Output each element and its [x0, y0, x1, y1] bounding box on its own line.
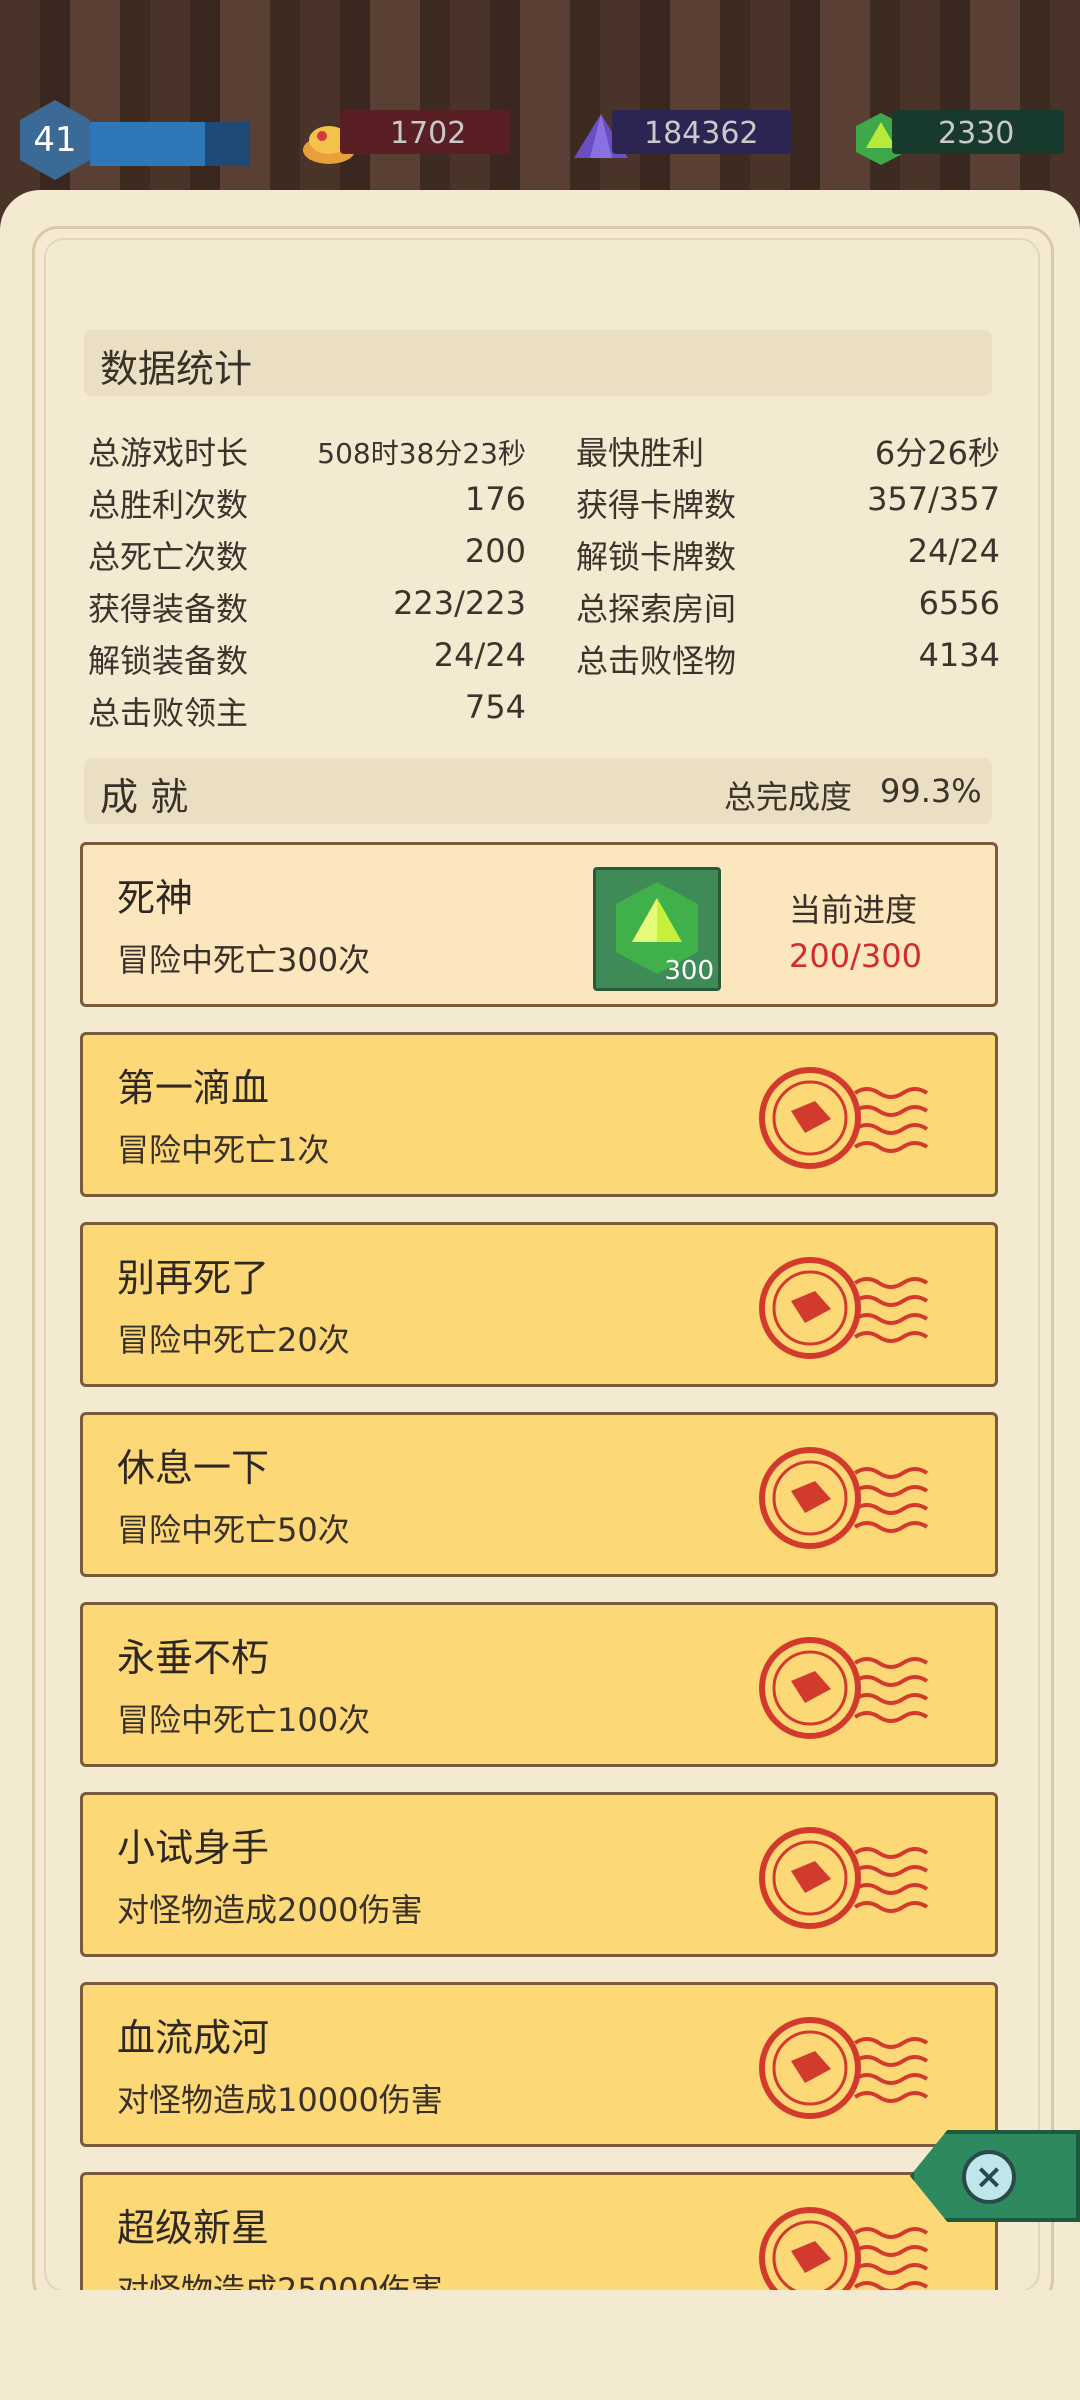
achievement-desc: 冒险中死亡20次: [117, 1321, 350, 1359]
stat-label: 总死亡次数: [88, 538, 249, 576]
achievement-title: 血流成河: [117, 2016, 270, 2060]
gold-amount: 1702: [390, 116, 467, 151]
stat-value: 6556: [918, 584, 1000, 622]
reward-gem: 300: [593, 867, 721, 991]
stat-label: 总胜利次数: [88, 486, 249, 524]
achievement-card[interactable]: 别再死了 冒险中死亡20次: [80, 1222, 998, 1387]
panel-bottom: [0, 2290, 1080, 2400]
achievement-desc: 冒险中死亡50次: [117, 1511, 350, 1549]
achievements-title: 成 就: [100, 775, 189, 819]
achievement-title: 第一滴血: [117, 1066, 270, 1110]
stat-value: 357/357: [867, 480, 1000, 518]
achievement-desc: 冒险中死亡300次: [117, 941, 371, 979]
achievement-title: 永垂不朽: [117, 1636, 270, 1680]
achievement-title: 超级新星: [117, 2206, 270, 2250]
stat-value: 24/24: [433, 636, 526, 674]
completed-stamp-icon: [759, 1637, 929, 1739]
stat-value: 200: [464, 532, 526, 570]
stat-value: 6分26秒: [874, 434, 1000, 472]
stat-value: 508时38分23秒: [317, 437, 526, 470]
stat-label: 解锁卡牌数: [576, 538, 737, 576]
stat-label: 总游戏时长: [88, 434, 249, 472]
stat-value: 176: [464, 480, 526, 518]
achievement-card[interactable]: 死神 冒险中死亡300次 300 当前进度 200/300: [80, 842, 998, 1007]
close-icon[interactable]: ×: [962, 2150, 1016, 2204]
stat-value: 754: [464, 688, 526, 726]
achievement-card[interactable]: 小试身手 对怪物造成2000伤害: [80, 1792, 998, 1957]
completed-stamp-icon: [759, 1447, 929, 1549]
achievement-card[interactable]: 血流成河 对怪物造成10000伤害: [80, 1982, 998, 2147]
stat-label: 获得卡牌数: [576, 486, 737, 524]
achievement-title: 死神: [117, 876, 194, 920]
achievement-card[interactable]: 休息一下 冒险中死亡50次: [80, 1412, 998, 1577]
reward-count: 300: [664, 956, 714, 986]
progress-value: 200/300: [789, 937, 922, 975]
stat-label: 总击败怪物: [576, 642, 737, 680]
completed-stamp-icon: [759, 1827, 929, 1929]
achievements-header: [84, 758, 992, 824]
overall-completion-label: 总完成度: [724, 778, 853, 816]
achievement-desc: 对怪物造成2000伤害: [117, 1891, 423, 1929]
stat-value: 223/223: [393, 584, 526, 622]
achievement-card[interactable]: 永垂不朽 冒险中死亡100次: [80, 1602, 998, 1767]
stat-value: 4134: [918, 636, 1000, 674]
achievement-title: 别再死了: [117, 1256, 270, 1300]
stat-label: 总击败领主: [88, 694, 249, 732]
achievement-title: 休息一下: [117, 1446, 270, 1490]
achievement-title: 小试身手: [117, 1826, 270, 1870]
achievement-card[interactable]: 第一滴血 冒险中死亡1次: [80, 1032, 998, 1197]
overall-completion-value: 99.3%: [880, 772, 982, 810]
stat-label: 解锁装备数: [88, 642, 249, 680]
achievement-desc: 冒险中死亡1次: [117, 1131, 330, 1169]
achievement-desc: 对怪物造成10000伤害: [117, 2081, 443, 2119]
stat-label: 最快胜利: [576, 434, 705, 472]
stat-label: 获得装备数: [88, 590, 249, 628]
level-progress-fill: [90, 122, 205, 166]
crystal-amount: 184362: [644, 116, 759, 151]
completed-stamp-icon: [759, 1257, 929, 1359]
stat-label: 总探索房间: [576, 590, 737, 628]
stat-value: 24/24: [907, 532, 1000, 570]
completed-stamp-icon: [759, 2017, 929, 2119]
gem-amount: 2330: [938, 116, 1015, 151]
stats-title: 数据统计: [100, 347, 253, 391]
progress-label: 当前进度: [789, 891, 918, 929]
achievement-desc: 冒险中死亡100次: [117, 1701, 371, 1739]
completed-stamp-icon: [759, 1067, 929, 1169]
